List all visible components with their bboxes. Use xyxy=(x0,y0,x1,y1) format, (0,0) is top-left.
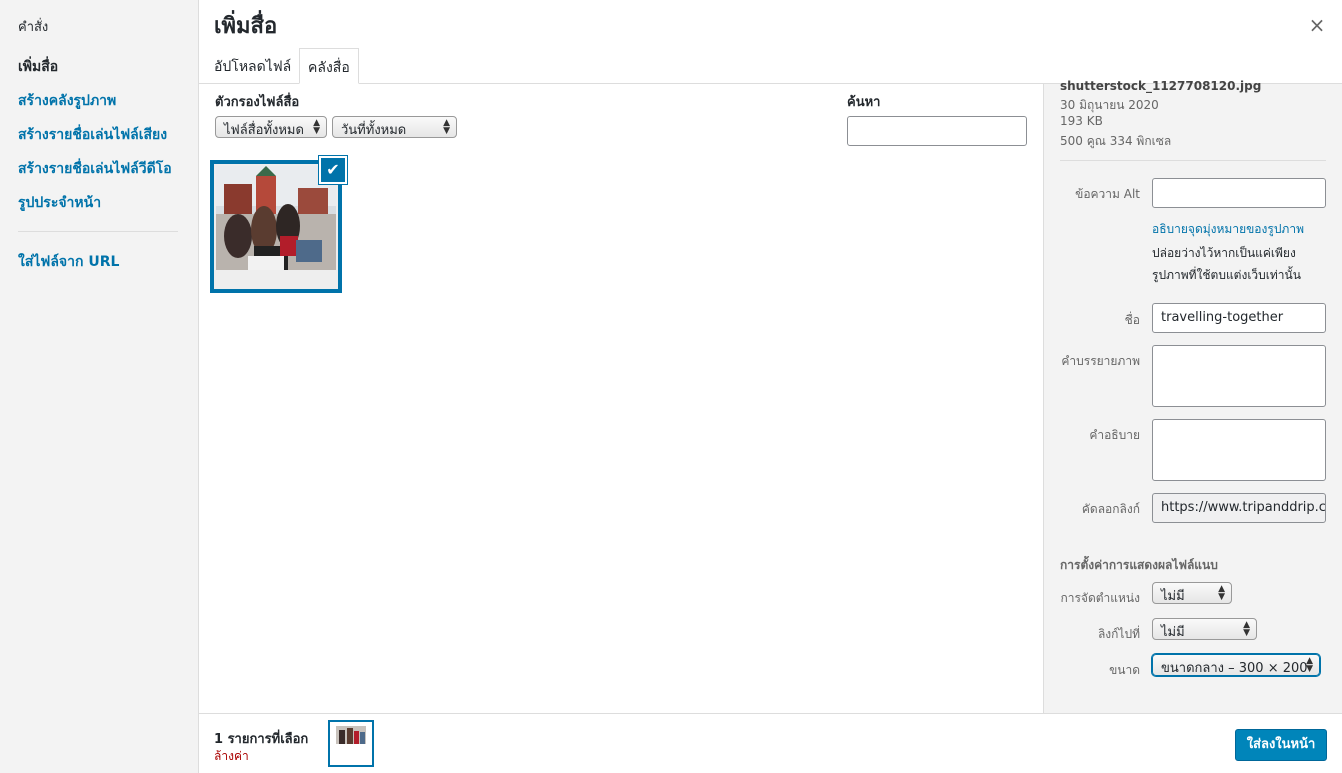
attachment-date: 30 มิถุนายน 2020 xyxy=(1060,98,1159,112)
attachment-filesize: 193 KB xyxy=(1060,114,1103,128)
copy-link-field[interactable]: https://www.tripanddrip.c xyxy=(1152,493,1326,523)
selection-count: 1 รายการที่เลือก xyxy=(214,732,309,747)
insert-into-page-button[interactable]: ใส่ลงในหน้า xyxy=(1235,729,1327,761)
attachment-dimensions: 500 คูณ 334 พิกเซล xyxy=(1060,134,1172,148)
media-type-filter[interactable]: ไฟล์สื่อทั้งหมด ▲ ▼ xyxy=(215,116,327,138)
selected-check-button[interactable]: ✔ xyxy=(319,156,347,184)
menu-item-add-media[interactable]: เพิ่มสื่อ xyxy=(18,56,58,78)
copy-link-label: คัดลอกลิงก์ xyxy=(1081,502,1140,516)
link-to-label: ลิงก์ไปที่ xyxy=(1097,627,1140,641)
checkmark-icon: ✔ xyxy=(326,160,340,179)
alignment-select-value: ไม่มี xyxy=(1161,589,1185,604)
link-to-select[interactable]: ไม่มี ▲ ▼ xyxy=(1152,618,1257,640)
media-type-filter-value: ไฟล์สื่อทั้งหมด xyxy=(224,123,304,138)
search-label: ค้นหา xyxy=(847,95,881,110)
description-textarea[interactable] xyxy=(1152,419,1326,481)
clear-selection-link[interactable]: ล้างค่า xyxy=(214,747,249,766)
menu-item-create-audio-playlist[interactable]: สร้างรายชื่อเล่นไฟล์เสียง xyxy=(18,124,167,146)
select-arrows-icon: ▲ ▼ xyxy=(1306,656,1313,674)
tab-upload-files[interactable]: อัปโหลดไฟล์ xyxy=(206,48,299,84)
caption-textarea[interactable] xyxy=(1152,345,1326,407)
title-input[interactable]: travelling-together xyxy=(1152,303,1326,333)
select-arrows-icon: ▲ ▼ xyxy=(1218,584,1225,602)
menu-separator xyxy=(18,231,178,232)
display-settings-heading: การตั้งค่าการแสดงผลไฟล์แนบ xyxy=(1060,558,1218,572)
date-filter-value: วันที่ทั้งหมด xyxy=(341,123,407,138)
size-select[interactable]: ขนาดกลาง – 300 × 200 ▲ ▼ xyxy=(1152,654,1320,676)
size-select-value: ขนาดกลาง – 300 × 200 xyxy=(1161,661,1308,676)
filter-label: ตัวกรองไฟล์สื่อ xyxy=(215,95,300,110)
title-label: ชื่อ xyxy=(1124,313,1140,327)
details-divider xyxy=(1060,160,1326,161)
select-arrows-icon: ▲ ▼ xyxy=(1243,620,1250,638)
media-menu: คำสั่ง เพิ่มสื่อ สร้างคลังรูปภาพ สร้างรา… xyxy=(0,0,199,773)
select-arrows-icon: ▲ ▼ xyxy=(313,118,320,136)
menu-item-featured-image[interactable]: รูปประจำหน้า xyxy=(18,192,101,214)
alt-text-help-link[interactable]: อธิบายจุดมุ่งหมายของรูปภาพ xyxy=(1152,220,1304,239)
selection-thumbnail[interactable] xyxy=(328,720,374,767)
date-filter[interactable]: วันที่ทั้งหมด ▲ ▼ xyxy=(332,116,457,138)
modal-title: เพิ่มสื่อ xyxy=(214,14,278,39)
close-icon: × xyxy=(1308,13,1326,37)
menu-heading: คำสั่ง xyxy=(18,20,49,35)
menu-item-create-gallery[interactable]: สร้างคลังรูปภาพ xyxy=(18,90,116,112)
attachment-image xyxy=(216,166,336,270)
select-arrows-icon: ▲ ▼ xyxy=(443,118,450,136)
alt-text-label: ข้อความ Alt xyxy=(1075,187,1140,201)
menu-item-insert-from-url[interactable]: ใส่ไฟล์จาก URL xyxy=(18,251,119,273)
caption-label: คำบรรยายภาพ xyxy=(1061,354,1140,368)
alt-text-help-text: ปล่อยว่างไว้หากเป็นแค่เพียงรูปภาพที่ใช้ต… xyxy=(1152,246,1301,282)
tab-media-library[interactable]: คลังสื่อ xyxy=(299,48,359,84)
size-label: ขนาด xyxy=(1109,663,1140,677)
alt-text-input[interactable] xyxy=(1152,178,1326,208)
link-to-select-value: ไม่มี xyxy=(1161,625,1185,640)
close-button[interactable]: × xyxy=(1304,12,1330,38)
alignment-label: การจัดตำแหน่ง xyxy=(1060,591,1140,605)
attachment-filename: shutterstock_1127708120.jpg xyxy=(1060,79,1262,93)
description-label: คำอธิบาย xyxy=(1089,428,1140,442)
alignment-select[interactable]: ไม่มี ▲ ▼ xyxy=(1152,582,1232,604)
search-input[interactable] xyxy=(847,116,1027,146)
media-modal: คำสั่ง เพิ่มสื่อ สร้างคลังรูปภาพ สร้างรา… xyxy=(0,0,1342,773)
menu-item-create-video-playlist[interactable]: สร้างรายชื่อเล่นไฟล์วีดีโอ xyxy=(18,158,172,180)
